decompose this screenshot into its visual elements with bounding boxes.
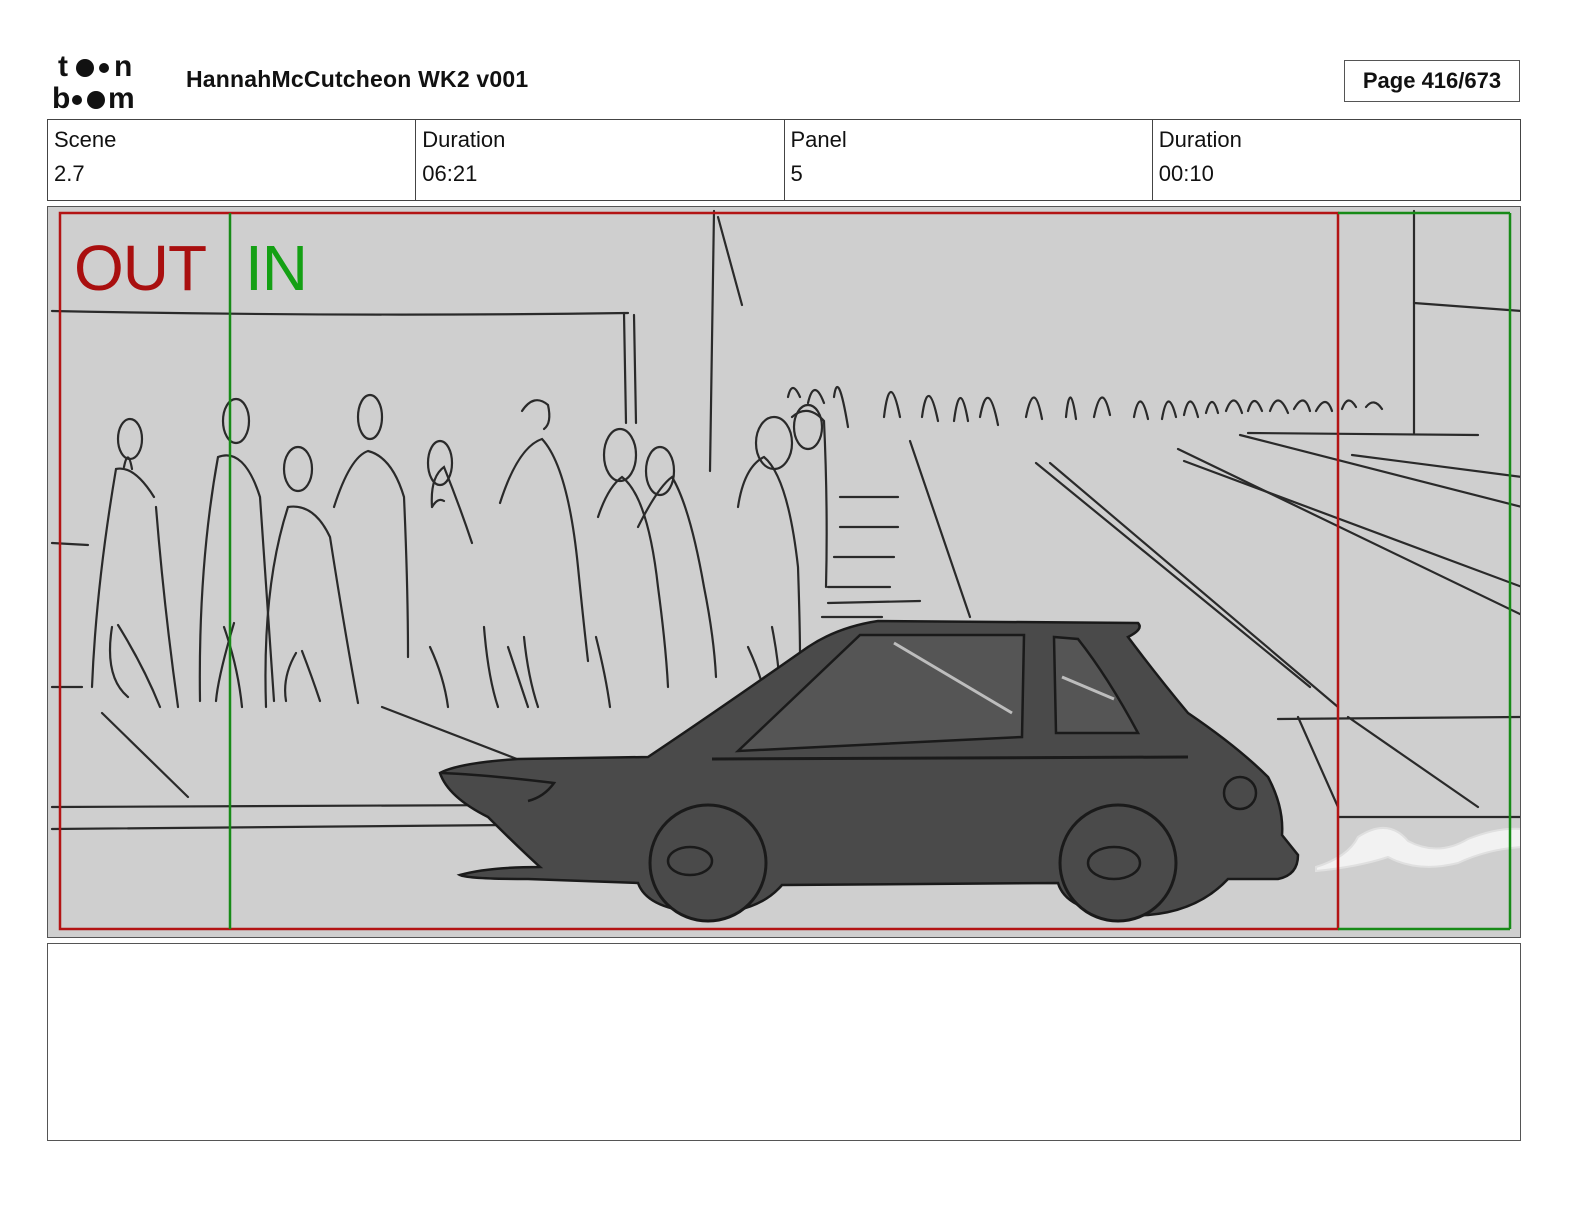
road-line-8 (1346, 715, 1480, 809)
person-5 (428, 465, 500, 709)
curb-line (50, 803, 520, 809)
road-line-1 (908, 439, 972, 619)
awning-post (622, 311, 628, 425)
road-line-10 (1350, 453, 1520, 478)
panel-sketch (50, 209, 1520, 931)
scene-duration-label: Duration (422, 127, 506, 152)
distant-crowd (786, 385, 1384, 429)
car-belt-line (711, 755, 1189, 761)
scene-duration-value: 06:21 (422, 161, 478, 186)
scene-duration-cell: Duration 06:21 (416, 120, 785, 200)
ground-line (100, 711, 190, 799)
street-pole (708, 209, 716, 473)
logo-mark: t n b m (52, 50, 135, 115)
exhaust-smoke (1315, 827, 1520, 873)
svg-text:m: m (108, 82, 135, 112)
road-line-9 (1276, 715, 1520, 721)
panel-duration-label: Duration (1158, 127, 1242, 152)
panel-duration-value: 00:10 (1158, 161, 1214, 186)
panel-cell: Panel 5 (785, 120, 1153, 200)
in-label: IN (245, 232, 308, 304)
storyboard-panel: OUT IN (47, 206, 1521, 938)
svg-text:b: b (52, 82, 70, 112)
scene-label: Scene (54, 127, 117, 152)
toon-boom-logo: t n b m (52, 50, 164, 115)
curb-line-2 (50, 823, 510, 831)
road-line-7 (1296, 715, 1340, 809)
ground-line-2 (380, 705, 524, 763)
car-sketch (438, 619, 1300, 923)
person-3 (264, 505, 360, 709)
panel-notes-box (47, 943, 1521, 1141)
document-title: HannahMcCutcheon WK2 v001 (186, 66, 529, 92)
awning-line (50, 309, 630, 316)
panel-duration-cell: Duration 00:10 (1153, 120, 1520, 200)
wall-tick (50, 541, 90, 547)
person-8 (636, 475, 718, 679)
pole-line (716, 215, 744, 307)
building-base (1246, 431, 1480, 437)
panel-label: Panel (790, 127, 847, 152)
road-line-4 (1176, 447, 1520, 616)
road-line-5 (1182, 459, 1520, 588)
panel-value: 5 (790, 161, 803, 186)
person-7 (594, 475, 670, 709)
person-6 (498, 437, 590, 709)
person-1 (90, 456, 180, 709)
out-label: OUT (74, 232, 207, 304)
svg-text:n: n (114, 50, 132, 83)
svg-text:t: t (58, 50, 68, 83)
awning-post-2 (632, 313, 638, 425)
road-edge (826, 599, 922, 605)
sidewalk-lines (820, 495, 900, 619)
building-line (1412, 301, 1520, 312)
scene-cell: Scene 2.7 (48, 120, 417, 200)
scene-info-table: Scene 2.7 Duration 06:21 Panel 5 Duratio… (47, 119, 1521, 201)
page-indicator: Page 416/673 (1344, 60, 1520, 102)
person-2 (198, 454, 276, 709)
scene-value: 2.7 (54, 161, 85, 186)
